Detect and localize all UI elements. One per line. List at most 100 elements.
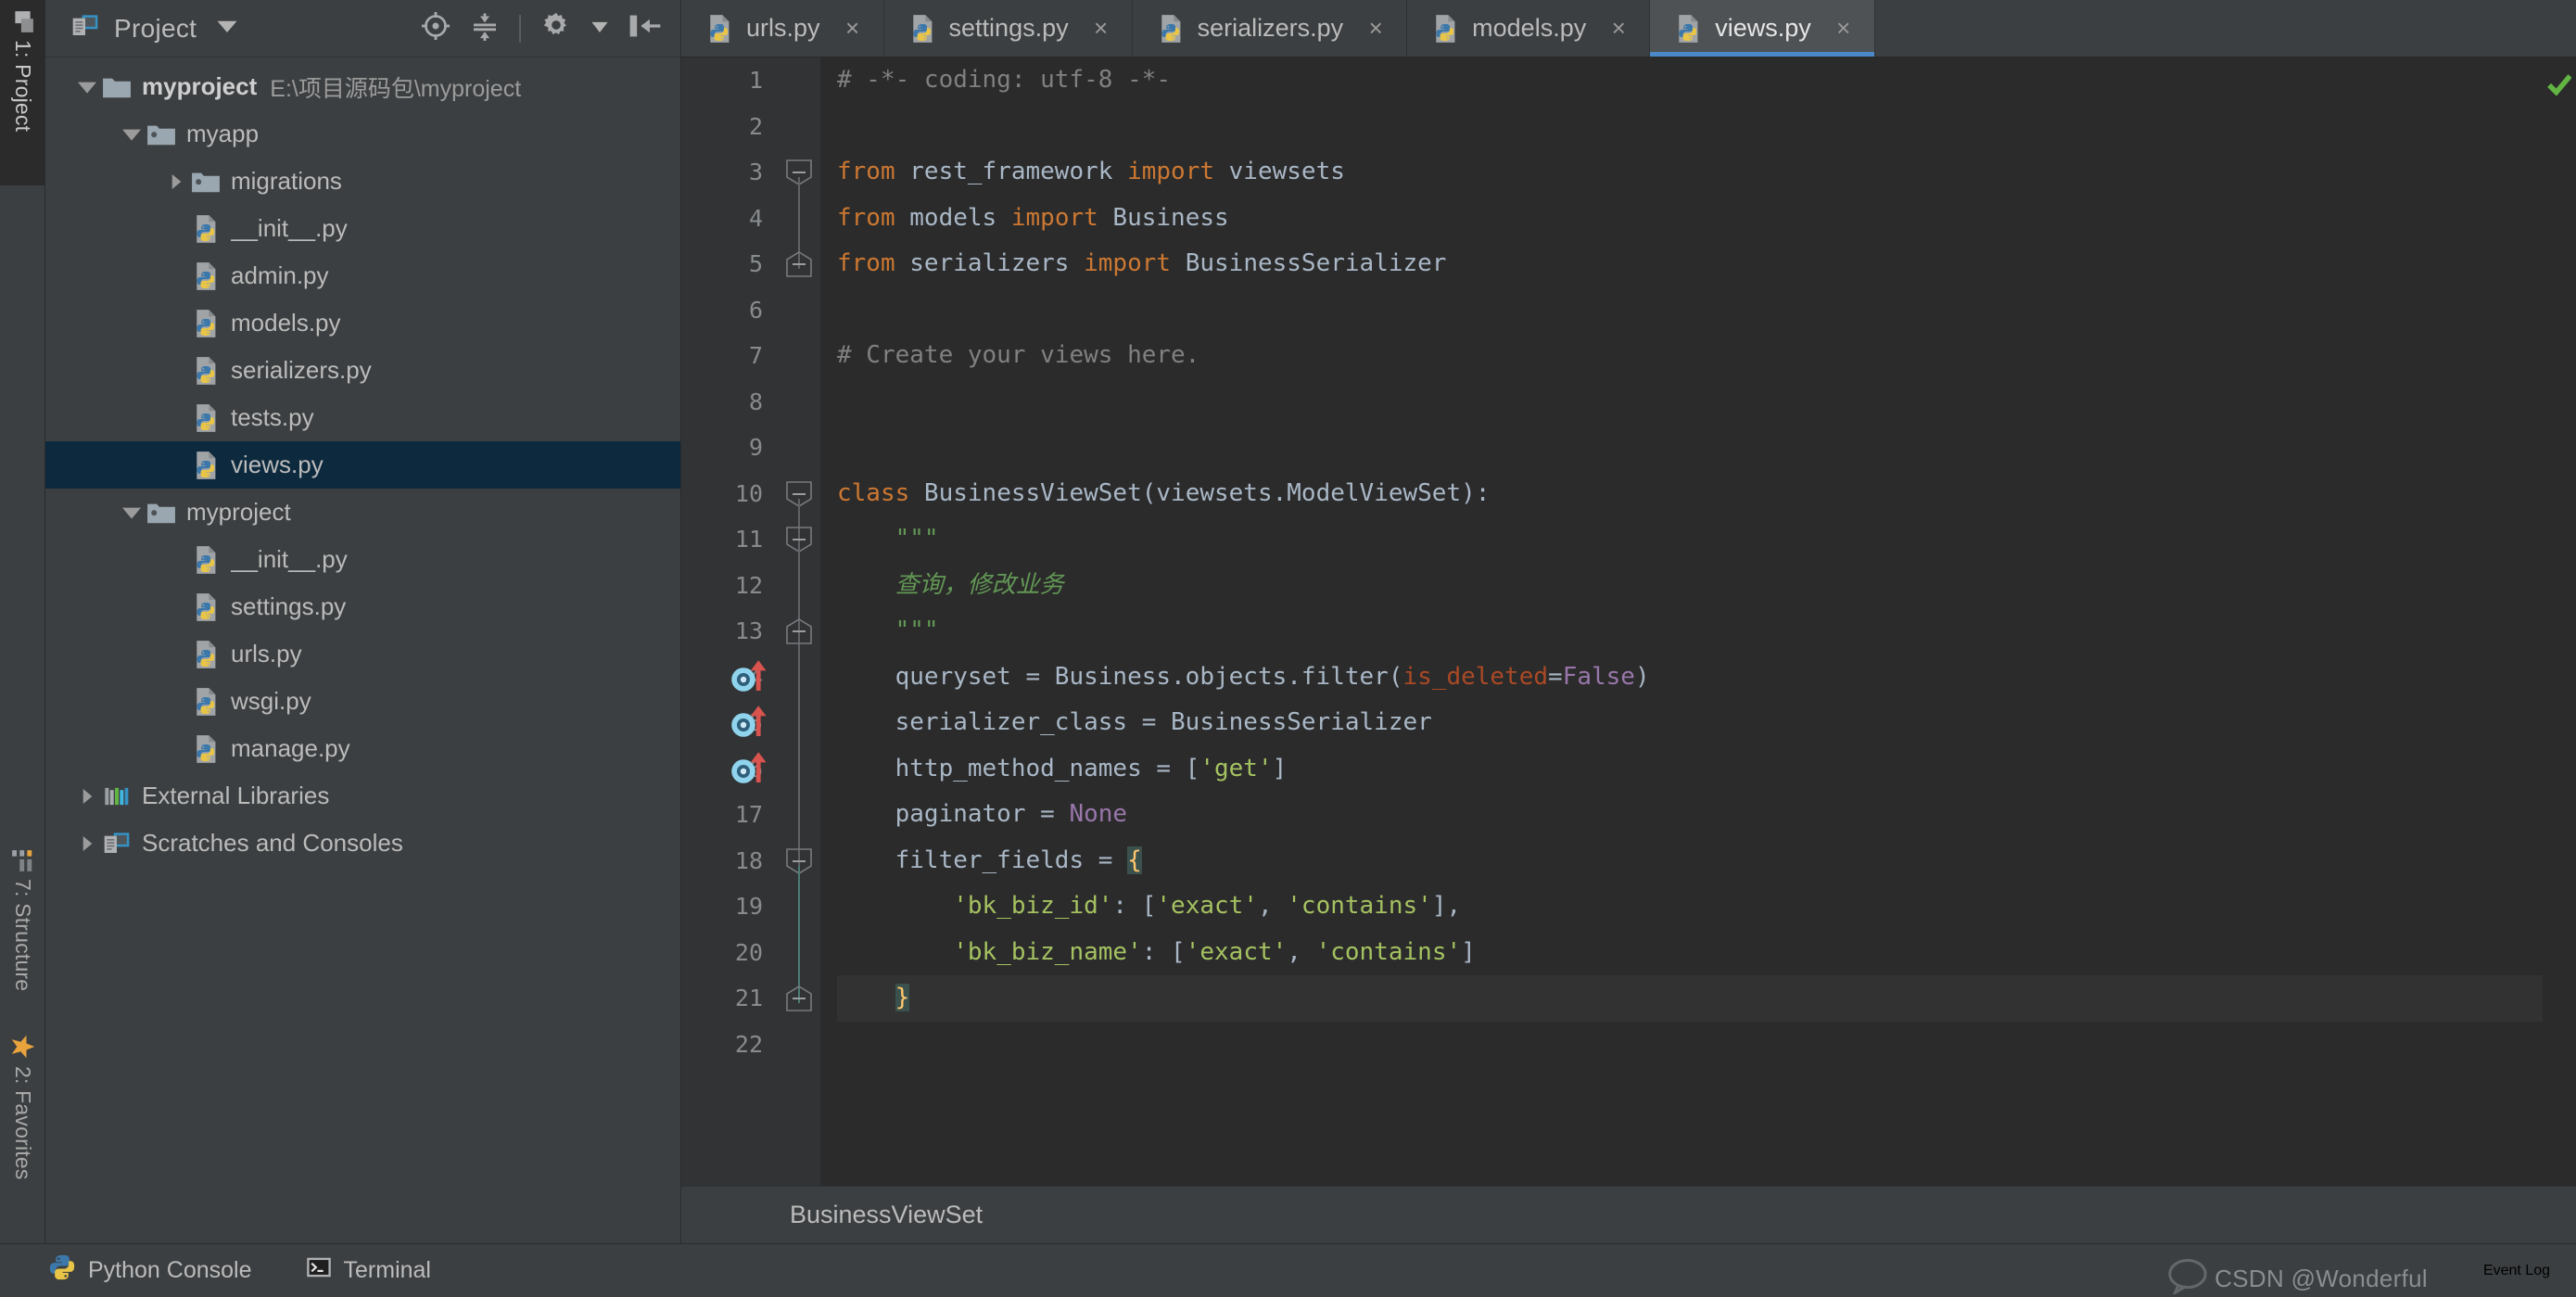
structure-icon — [11, 848, 35, 873]
python-file-icon — [1429, 14, 1461, 44]
status-bar: Python Console Terminal CSDN @Wonderful … — [0, 1243, 2576, 1297]
line-number: 19 — [734, 893, 763, 920]
fold-marker[interactable] — [786, 985, 812, 1011]
close-icon[interactable]: × — [1606, 14, 1631, 43]
tree-item-wsgi-py[interactable]: wsgi.py — [45, 678, 680, 725]
python-file-icon — [190, 640, 222, 669]
line-number-gutter[interactable]: 12345678910111213141516171819202122 — [681, 57, 779, 1186]
code-line[interactable] — [837, 287, 2543, 334]
python-file-icon — [190, 545, 222, 575]
tree-item-serializers-py[interactable]: serializers.py — [45, 347, 680, 394]
sidebar-tab-structure[interactable]: 7: Structure — [0, 839, 45, 1052]
editor-tab-views-py[interactable]: views.py × — [1650, 0, 1875, 57]
overriding-member-marker[interactable] — [730, 659, 772, 700]
code-line[interactable]: from serializers import BusinessSerializ… — [837, 241, 2543, 287]
project-panel: Project myproject E:\项目源码包\myproject mya… — [45, 0, 681, 1243]
tree-item-myapp[interactable]: myapp — [45, 110, 680, 158]
editor-tab-models-py[interactable]: models.py × — [1407, 0, 1651, 57]
tree-item-myproject[interactable]: myproject E:\项目源码包\myproject — [45, 63, 680, 110]
breadcrumb[interactable]: BusinessViewSet — [681, 1186, 2576, 1243]
code-line[interactable]: from rest_framework import viewsets — [837, 149, 2543, 196]
code-line[interactable]: 'bk_biz_id': ['exact', 'contains'], — [837, 884, 2543, 930]
code-text-area[interactable]: # -*- coding: utf-8 -*- from rest_framew… — [820, 57, 2543, 1186]
code-line[interactable] — [837, 425, 2543, 471]
code-line[interactable]: # -*- coding: utf-8 -*- — [837, 57, 2543, 104]
tree-item-admin-py[interactable]: admin.py — [45, 252, 680, 299]
status-event-log[interactable]: Event Log — [2483, 1244, 2550, 1297]
close-icon[interactable]: × — [1364, 14, 1388, 43]
editor-tab-serializers-py[interactable]: serializers.py × — [1133, 0, 1408, 57]
status-terminal[interactable]: Terminal — [306, 1255, 431, 1286]
tree-arrow-collapsed[interactable] — [73, 835, 101, 851]
code-line[interactable]: from models import Business — [837, 196, 2543, 242]
tree-arrow-collapsed[interactable] — [162, 173, 190, 189]
line-number: 20 — [734, 938, 763, 966]
error-marker-strip[interactable] — [2543, 57, 2576, 1186]
code-line[interactable]: serializer_class = BusinessSerializer — [837, 700, 2543, 746]
tree-item-views-py[interactable]: views.py — [45, 441, 680, 489]
status-python-console[interactable]: Python Console — [48, 1253, 252, 1288]
chevron-down-icon[interactable] — [217, 19, 237, 37]
code-line[interactable]: filter_fields = { — [837, 838, 2543, 884]
code-folding-gutter[interactable] — [779, 57, 820, 1186]
pycharm-window: 1: Project 7: Structure 2: Favorites Pro… — [0, 0, 2576, 1297]
code-line[interactable]: paginator = None — [837, 792, 2543, 838]
tree-item-init-py[interactable]: __init__.py — [45, 205, 680, 252]
csdn-watermark-label: CSDN @Wonderful — [2214, 1265, 2428, 1292]
code-line[interactable]: http_method_names = ['get'] — [837, 746, 2543, 793]
chevron-down-icon-gear[interactable] — [591, 20, 608, 37]
code-line[interactable]: } — [837, 975, 2543, 1022]
tree-arrow-collapsed[interactable] — [73, 788, 101, 804]
code-line[interactable]: """ — [837, 516, 2543, 563]
tree-item-settings-py[interactable]: settings.py — [45, 583, 680, 630]
code-line[interactable]: 'bk_biz_name': ['exact', 'contains'] — [837, 930, 2543, 976]
sidebar-tab-project[interactable]: 1: Project — [0, 0, 45, 185]
editor-tab-label: models.py — [1472, 14, 1587, 42]
tree-item-label: manage.py — [231, 734, 350, 762]
editor-tab-settings-py[interactable]: settings.py × — [884, 0, 1133, 57]
overriding-member-marker[interactable] — [730, 705, 772, 745]
project-panel-header: Project — [45, 0, 680, 57]
code-line[interactable] — [837, 104, 2543, 150]
locate-icon[interactable] — [421, 11, 450, 45]
sidebar-tab-favorites[interactable]: 2: Favorites — [0, 1024, 45, 1247]
gear-icon[interactable] — [541, 11, 571, 45]
close-icon[interactable]: × — [1089, 14, 1113, 43]
tree-item-urls-py[interactable]: urls.py — [45, 630, 680, 678]
tree-arrow-expanded[interactable] — [118, 128, 146, 141]
hide-panel-icon[interactable] — [628, 12, 662, 45]
tree-item-manage-py[interactable]: manage.py — [45, 725, 680, 772]
tree-item-models-py[interactable]: models.py — [45, 299, 680, 347]
line-number: 10 — [734, 479, 763, 507]
tree-arrow-expanded[interactable] — [118, 506, 146, 519]
editor-tab-bar[interactable]: urls.py × settings.py × serializers.py × model… — [681, 0, 2576, 57]
tree-item-external-libraries[interactable]: External Libraries — [45, 772, 680, 820]
code-line[interactable] — [837, 1022, 2543, 1068]
code-line[interactable]: 查询，修改业务 — [837, 563, 2543, 609]
fold-marker[interactable] — [786, 618, 812, 644]
code-line[interactable]: class BusinessViewSet(viewsets.ModelView… — [837, 471, 2543, 517]
project-tree[interactable]: myproject E:\项目源码包\myproject myapp migratio… — [45, 57, 680, 1243]
code-line[interactable]: """ — [837, 608, 2543, 655]
line-number: 7 — [748, 342, 763, 369]
tree-item-init-py[interactable]: __init__.py — [45, 536, 680, 583]
tree-item-label: wsgi.py — [231, 687, 311, 715]
package-folder-icon — [146, 500, 177, 526]
tree-item-myproject[interactable]: myproject — [45, 489, 680, 536]
fold-marker[interactable] — [786, 251, 812, 277]
tree-item-tests-py[interactable]: tests.py — [45, 394, 680, 441]
collapse-all-icon[interactable] — [471, 11, 499, 45]
tree-item-scratches-and-consoles[interactable]: Scratches and Consoles — [45, 820, 680, 867]
breadcrumb-item[interactable]: BusinessViewSet — [790, 1201, 983, 1229]
overriding-member-marker[interactable] — [730, 751, 772, 792]
code-line[interactable] — [837, 379, 2543, 426]
tree-item-label: views.py — [231, 451, 324, 478]
code-line[interactable]: # Create your views here. — [837, 333, 2543, 379]
tree-item-label: __init__.py — [231, 545, 348, 573]
close-icon[interactable]: × — [1832, 14, 1856, 43]
tree-item-migrations[interactable]: migrations — [45, 158, 680, 205]
editor-tab-urls-py[interactable]: urls.py × — [681, 0, 884, 57]
close-icon[interactable]: × — [841, 14, 865, 43]
tree-arrow-expanded[interactable] — [73, 81, 101, 94]
code-line[interactable]: queryset = Business.objects.filter(is_de… — [837, 655, 2543, 701]
